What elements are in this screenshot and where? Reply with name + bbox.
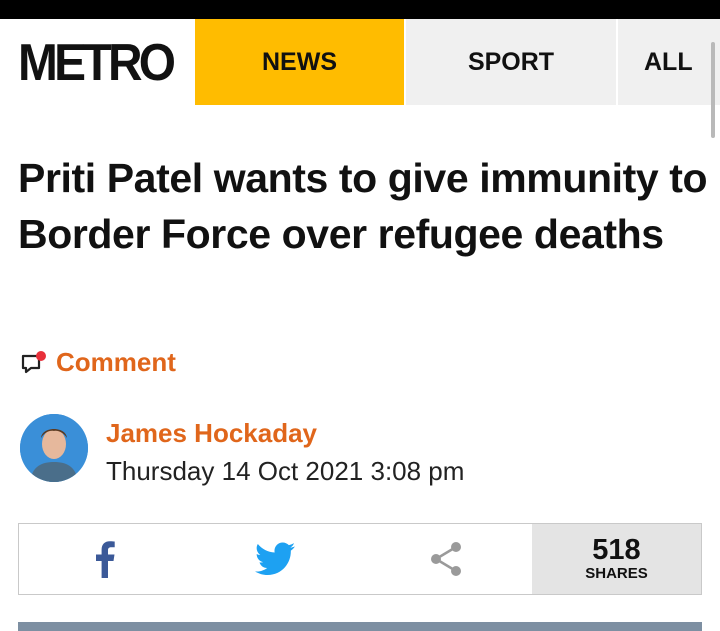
tab-sport[interactable]: SPORT [406, 19, 616, 105]
generic-share-button[interactable] [360, 524, 532, 594]
author-avatar[interactable] [20, 414, 88, 482]
comment-label: Comment [56, 347, 176, 377]
byline: James Hockaday Thursday 14 Oct 2021 3:08… [20, 414, 620, 488]
scrollbar[interactable] [711, 42, 715, 138]
share-bar: 518 SHARES [18, 523, 702, 595]
twitter-share-button[interactable] [190, 524, 360, 594]
tab-all[interactable]: ALL [618, 19, 720, 105]
top-nav: METRO NEWS SPORT ALL [0, 19, 720, 106]
article-headline: Priti Patel wants to give immunity to Bo… [18, 155, 708, 257]
tab-news[interactable]: NEWS [195, 19, 404, 105]
share-icon [431, 542, 461, 576]
comment-icon [21, 350, 46, 373]
share-count-number: 518 [592, 534, 641, 566]
comment-link[interactable]: Comment [20, 347, 176, 378]
facebook-icon [95, 541, 115, 578]
share-count-label: SHARES [585, 565, 648, 582]
publish-date: Thursday 14 Oct 2021 3:08 pm [106, 456, 465, 486]
author-name[interactable]: James Hockaday [106, 418, 317, 449]
author-avatar-image [20, 414, 88, 482]
share-count: 518 SHARES [532, 524, 701, 594]
status-bar [0, 0, 720, 19]
twitter-icon [255, 542, 295, 575]
article-hero-image [18, 622, 702, 631]
metro-logo[interactable]: METRO [18, 37, 176, 89]
facebook-share-button[interactable] [19, 524, 190, 594]
